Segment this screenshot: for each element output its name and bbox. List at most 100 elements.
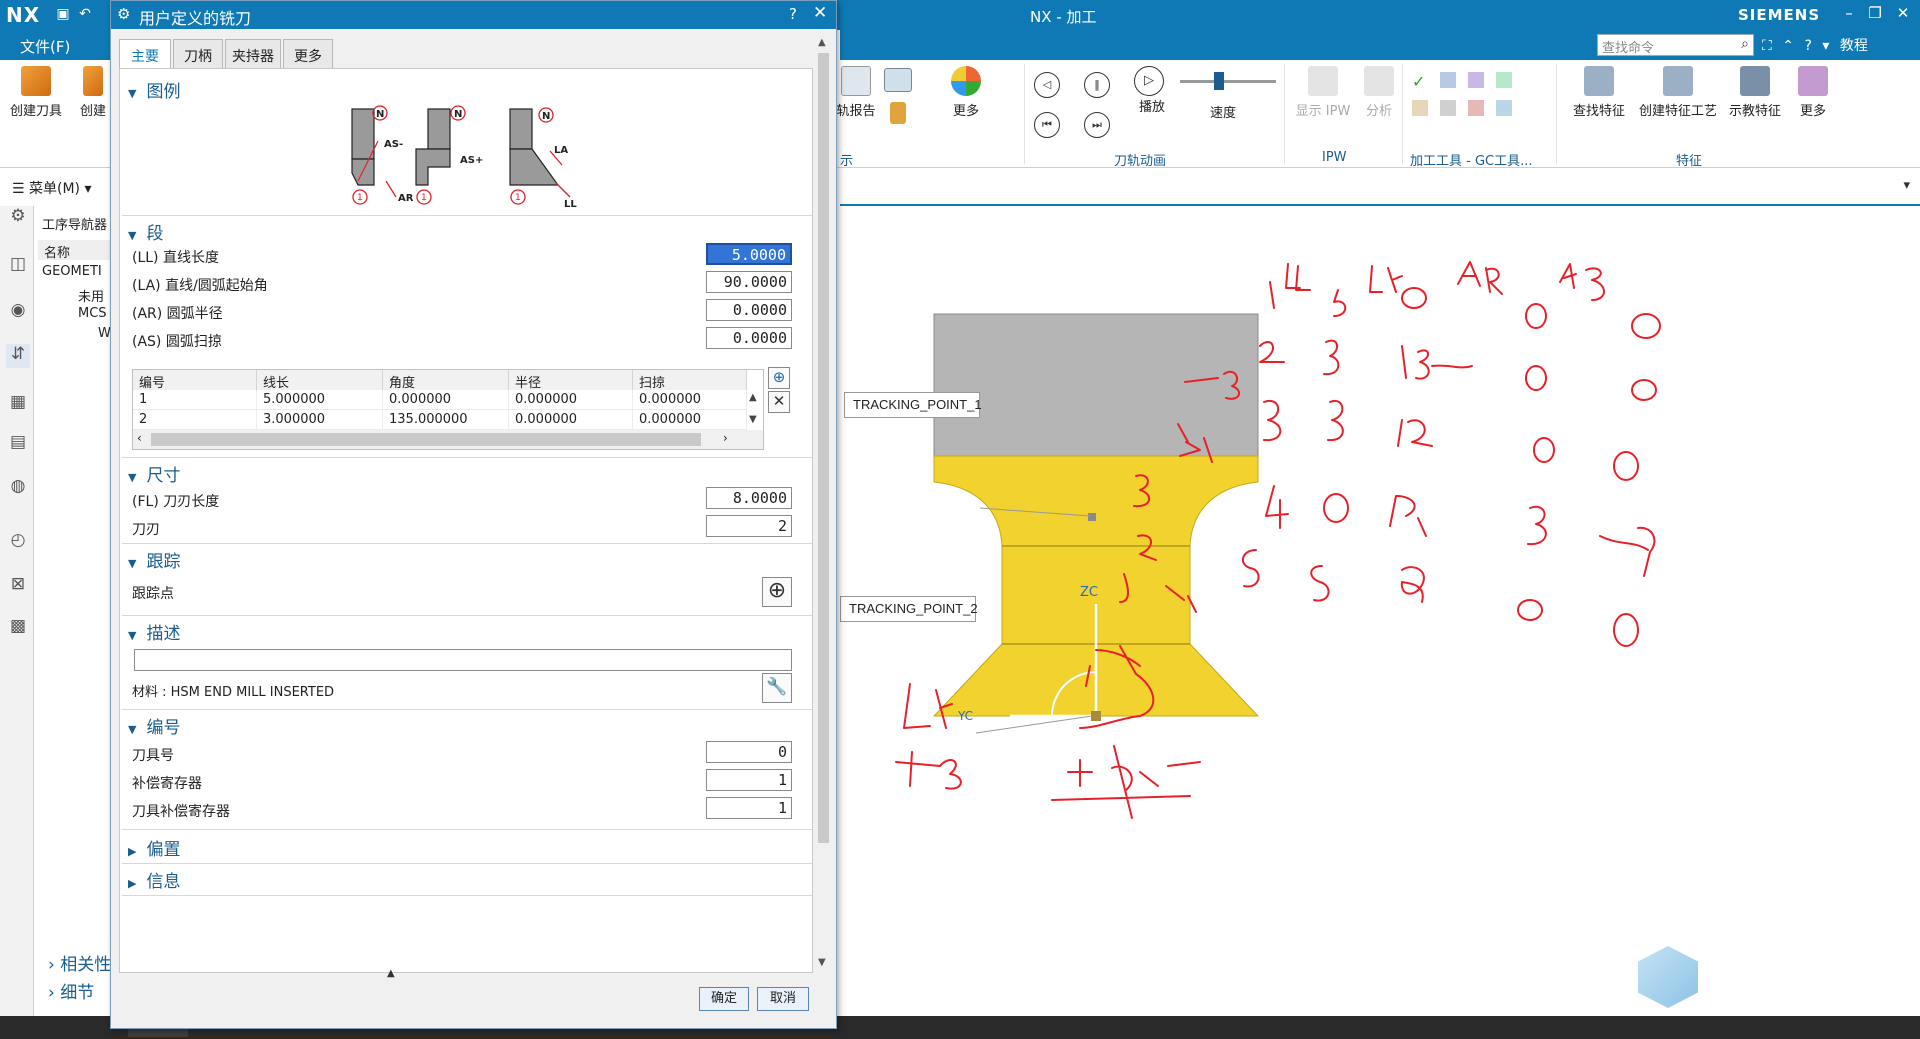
scroll-right-icon[interactable]: ›: [723, 431, 728, 445]
table-cell[interactable]: 0.000000: [633, 390, 747, 410]
section-tracking[interactable]: ▼ 跟踪: [128, 547, 180, 572]
table-horizontal-scrollbar[interactable]: ‹ ›: [133, 430, 763, 449]
tracking-point-button[interactable]: ⊕: [762, 577, 792, 607]
rewind-icon[interactable]: ⏮: [1034, 112, 1060, 138]
flutes-input[interactable]: 2: [706, 515, 792, 537]
col-radius[interactable]: 半径: [509, 370, 633, 391]
table-cell[interactable]: 0.000000: [633, 410, 747, 430]
more-button-1[interactable]: 更多: [948, 66, 984, 119]
as-input[interactable]: 0.0000: [706, 327, 792, 349]
speed-slider-thumb[interactable]: [1214, 72, 1224, 90]
menu-icon[interactable]: ☰: [12, 181, 25, 197]
nav-row-workpiece[interactable]: W: [98, 326, 111, 341]
create-tool-button[interactable]: 创建刀具: [10, 66, 62, 119]
delete-segment-button[interactable]: ✕: [768, 391, 790, 413]
material-wrench-button[interactable]: 🔧: [762, 673, 792, 703]
tracking-point-1-marker[interactable]: [1088, 513, 1096, 521]
step-back-icon[interactable]: ◁: [1034, 72, 1060, 98]
cutcom-register-input[interactable]: 1: [706, 797, 792, 819]
dialog-vertical-scrollbar[interactable]: ▲ ▼: [815, 37, 832, 973]
minimize-icon[interactable]: –: [1836, 4, 1862, 26]
palette-icon[interactable]: ▩: [6, 616, 30, 640]
nav-row-unused[interactable]: 未用: [78, 286, 104, 305]
gc-tool-icon-2[interactable]: [1468, 72, 1484, 88]
show-ipw-button[interactable]: 显示 IPW: [1294, 66, 1352, 119]
table-scroll-down-icon[interactable]: ▼: [749, 414, 757, 425]
section-segment[interactable]: ▼ 段: [128, 219, 163, 244]
tutorial-label[interactable]: 教程: [1840, 38, 1868, 54]
tool-icon[interactable]: [890, 102, 906, 124]
save-icon[interactable]: ▣: [54, 6, 72, 24]
col-number[interactable]: 编号: [133, 370, 257, 391]
description-input[interactable]: [134, 649, 792, 671]
gc-tool-icon-4[interactable]: [1412, 100, 1428, 116]
library-icon[interactable]: ▤: [6, 432, 30, 456]
operation-navigator-icon[interactable]: ⇵: [6, 344, 30, 368]
gc-tool-icon-6[interactable]: [1468, 100, 1484, 116]
analysis-button[interactable]: 分析: [1362, 66, 1396, 119]
table-cell[interactable]: 0.000000: [509, 390, 633, 410]
tab-more[interactable]: 更多: [283, 39, 333, 69]
scroll-up-icon[interactable]: ▲: [818, 37, 826, 48]
scroll-thumb[interactable]: [818, 53, 829, 843]
nav-row-geometry[interactable]: GEOMETI: [42, 264, 102, 279]
table-cell[interactable]: 2: [133, 410, 257, 430]
nav-row-mcs[interactable]: MCS: [78, 306, 107, 321]
table-cell[interactable]: 1: [133, 390, 257, 410]
close-window-icon[interactable]: ✕: [1890, 4, 1916, 26]
col-length[interactable]: 线长: [257, 370, 383, 391]
details-section[interactable]: › 细节: [48, 978, 94, 1003]
table-cell[interactable]: 0.000000: [383, 390, 509, 410]
add-segment-button[interactable]: ⊕: [768, 367, 790, 389]
scroll-left-icon[interactable]: ‹: [137, 431, 142, 445]
toolpath-report-button[interactable]: 轨报告: [836, 66, 876, 119]
create-feature-process-button[interactable]: 创建特征工艺: [1636, 66, 1720, 119]
speed-slider-track[interactable]: [1180, 80, 1276, 83]
table-cell[interactable]: 135.000000: [383, 410, 509, 430]
table-cell[interactable]: 5.000000: [257, 390, 383, 410]
tab-main[interactable]: 主要: [119, 39, 171, 69]
tools-icon[interactable]: ⊠: [6, 574, 30, 598]
section-dimensions[interactable]: ▼ 尺寸: [128, 461, 180, 486]
gc-tool-icon-5[interactable]: [1440, 100, 1456, 116]
check-icon[interactable]: ✓: [1412, 72, 1425, 91]
file-menu[interactable]: 文件(F): [0, 30, 112, 60]
collapse-ribbon-icon[interactable]: ⌃: [1782, 38, 1794, 54]
tab-shank[interactable]: 刀柄: [173, 39, 223, 69]
play-button[interactable]: ▷ 播放: [1134, 66, 1170, 115]
adjust-register-input[interactable]: 1: [706, 769, 792, 791]
tab-holder[interactable]: 夹持器: [225, 39, 281, 69]
fullscreen-icon[interactable]: ⛶: [1762, 38, 1772, 54]
scroll-down-icon[interactable]: ▼: [818, 957, 826, 968]
col-sweep[interactable]: 扫掠: [633, 370, 747, 391]
help-icon[interactable]: ?: [789, 5, 797, 23]
tracking-point-1-label[interactable]: TRACKING_POINT_1: [844, 392, 982, 418]
section-info[interactable]: ▶ 信息: [128, 867, 180, 892]
settings-icon[interactable]: ⚙: [6, 206, 30, 230]
ll-input[interactable]: 5.0000: [706, 243, 792, 265]
undo-icon[interactable]: ↶: [76, 6, 94, 24]
scroll-thumb[interactable]: [151, 433, 701, 446]
table-cell[interactable]: 3.000000: [257, 410, 383, 430]
help-icon[interactable]: ?: [1804, 38, 1811, 54]
more-button-2[interactable]: 更多: [1796, 66, 1830, 119]
navigator-column-header[interactable]: 名称: [38, 240, 116, 261]
table-scroll-up-icon[interactable]: ▲: [749, 392, 757, 403]
gc-tool-icon-3[interactable]: [1496, 72, 1512, 88]
section-numbering[interactable]: ▼ 编号: [128, 713, 180, 738]
ok-button[interactable]: 确定: [699, 987, 749, 1011]
find-feature-button[interactable]: 查找特征: [1570, 66, 1628, 119]
gc-group-label[interactable]: 加工工具 - GC工具...: [1410, 150, 1533, 169]
teach-feature-button[interactable]: 示教特征: [1726, 66, 1784, 119]
search-icon[interactable]: ⌕: [1741, 36, 1749, 52]
verify-icon[interactable]: [884, 68, 912, 92]
dialog-title-bar[interactable]: ⚙ 用户定义的铣刀 ? ✕: [111, 1, 836, 29]
tool-number-input[interactable]: 0: [706, 741, 792, 763]
chevron-down-icon[interactable]: ▾: [1903, 178, 1910, 193]
create-button[interactable]: 创建: [78, 66, 108, 119]
history-icon[interactable]: ◴: [6, 530, 30, 554]
part-navigator-icon[interactable]: ◫: [6, 254, 30, 278]
assembly-navigator-icon[interactable]: ◉: [6, 300, 30, 324]
collapse-up-icon[interactable]: ▲: [387, 968, 395, 979]
close-icon[interactable]: ✕: [813, 3, 827, 23]
